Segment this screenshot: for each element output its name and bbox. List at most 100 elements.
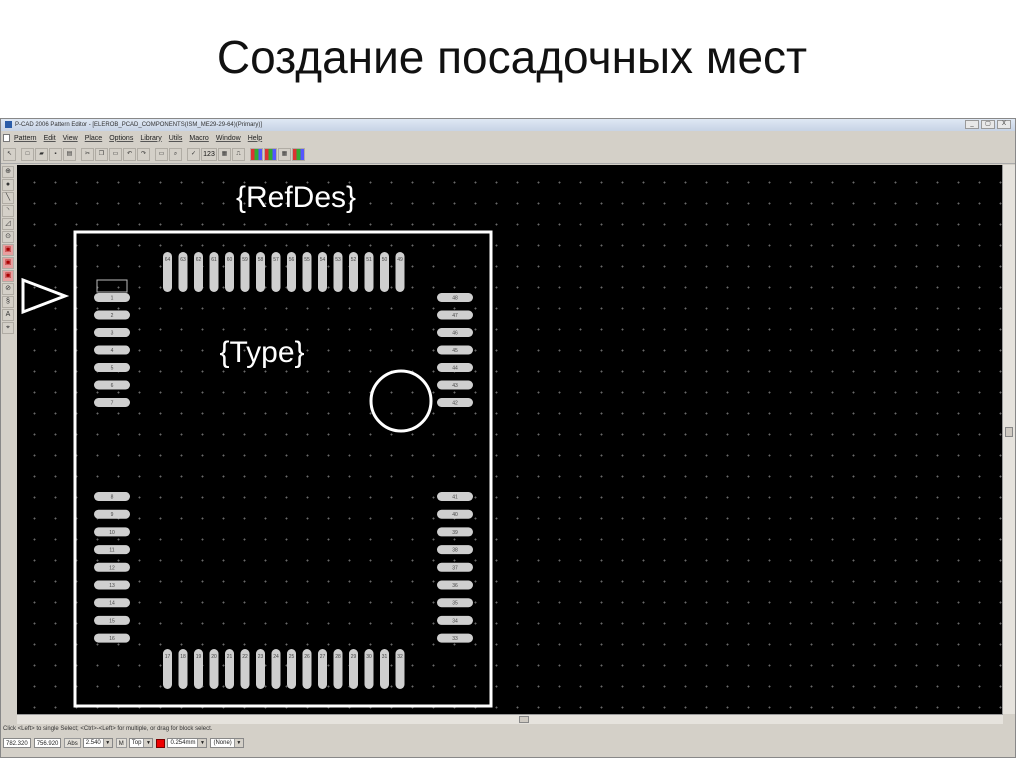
pad[interactable]: 18 (178, 649, 188, 689)
line-width-select[interactable]: 0.254mm ▼ (167, 738, 208, 748)
pad[interactable]: 27 (318, 649, 327, 689)
pad[interactable]: 5 (94, 363, 130, 372)
vertical-scrollbar[interactable] (1002, 165, 1015, 714)
pad[interactable]: 45 (437, 345, 473, 355)
place-keepout-icon[interactable]: ▣ (2, 244, 14, 256)
pad[interactable]: 31 (380, 649, 389, 689)
pad[interactable]: 12 (94, 562, 130, 572)
menu-window[interactable]: Window (216, 135, 241, 142)
pad[interactable]: 37 (437, 562, 473, 572)
pad[interactable]: 29 (349, 649, 358, 689)
pad[interactable]: 58 (256, 252, 265, 292)
menu-macro[interactable]: Macro (189, 135, 208, 142)
pad[interactable]: 17 (163, 649, 172, 689)
pad[interactable]: 1 (94, 293, 130, 302)
close-button[interactable]: X (997, 120, 1011, 129)
horizontal-scroll-thumb[interactable] (519, 716, 529, 723)
pad[interactable]: 61 (209, 252, 219, 292)
pad[interactable]: 57 (271, 252, 281, 292)
place-attribute-icon[interactable]: § (2, 296, 14, 308)
pad[interactable]: 4 (94, 345, 130, 355)
pattern-properties-icon[interactable] (292, 147, 305, 161)
print-icon[interactable]: ▤ (63, 147, 76, 161)
pad[interactable]: 34 (437, 615, 473, 625)
pad[interactable]: 55 (302, 252, 312, 292)
pad[interactable]: 2 (94, 310, 130, 320)
pad[interactable]: 41 (437, 492, 473, 501)
vertical-scroll-thumb[interactable] (1005, 427, 1013, 437)
pad[interactable]: 35 (437, 598, 473, 608)
pad[interactable]: 47 (437, 310, 473, 320)
pad[interactable]: 46 (437, 328, 473, 337)
pad[interactable]: 50 (380, 252, 389, 292)
y-coordinate-field[interactable]: 756.920 (33, 738, 62, 748)
display-options-icon[interactable]: ▦ (278, 147, 291, 161)
menu-edit[interactable]: Edit (44, 135, 56, 142)
pad[interactable]: 28 (333, 649, 343, 689)
text-style-icon[interactable]: ⎍ (232, 147, 245, 161)
pad[interactable]: 8 (94, 492, 130, 501)
place-line-icon[interactable]: ╲ (2, 192, 14, 204)
place-cutout-icon[interactable]: ▣ (2, 257, 14, 269)
abs-toggle-button[interactable]: Abs (64, 738, 81, 748)
renumber-button[interactable]: 123 (201, 147, 217, 161)
pad[interactable]: 59 (240, 252, 250, 292)
layers-icon[interactable] (250, 147, 263, 161)
pad-style-icon[interactable]: ▦ (218, 147, 231, 161)
place-polygon-icon[interactable]: ◿ (2, 218, 14, 230)
pad[interactable]: 62 (194, 252, 203, 292)
pad[interactable]: 25 (287, 649, 296, 689)
pad[interactable]: 64 (163, 252, 172, 292)
select-icon[interactable]: ↖ (3, 147, 16, 161)
pad[interactable]: 15 (94, 615, 130, 625)
pad[interactable]: 42 (437, 398, 473, 407)
place-text-icon[interactable]: A (2, 309, 14, 321)
place-via-icon[interactable]: ⊙ (2, 231, 14, 243)
minimize-button[interactable]: _ (965, 120, 979, 129)
layer-select[interactable]: Top ▼ (128, 738, 154, 748)
menu-view[interactable]: View (63, 135, 78, 142)
horizontal-scrollbar[interactable] (17, 714, 1003, 724)
pad[interactable]: 13 (94, 580, 130, 590)
pad[interactable]: 38 (437, 545, 473, 555)
pad[interactable]: 49 (395, 252, 405, 292)
m-button[interactable]: M (115, 738, 127, 748)
pad[interactable]: 6 (94, 380, 130, 390)
place-refpoint-icon[interactable]: ⌖ (2, 322, 14, 334)
pad[interactable]: 40 (437, 509, 473, 519)
pad[interactable]: 32 (395, 649, 405, 689)
colors-icon[interactable] (264, 147, 277, 161)
redo-icon[interactable]: ↷ (137, 147, 150, 161)
pad[interactable]: 43 (437, 380, 473, 390)
place-no-route-icon[interactable]: ⊘ (2, 283, 14, 295)
pad[interactable]: 21 (225, 649, 234, 689)
zoom-window-icon[interactable]: ▭ (155, 147, 168, 161)
pad[interactable]: 23 (256, 649, 265, 689)
place-arc-icon[interactable]: ◝ (2, 205, 14, 217)
menu-place[interactable]: Place (85, 135, 103, 142)
pad[interactable]: 56 (287, 252, 296, 292)
pad[interactable]: 3 (94, 328, 130, 337)
grid-select[interactable]: 2.540 ▼ (82, 738, 113, 748)
pad[interactable]: 44 (437, 363, 473, 372)
maximize-button[interactable]: ▢ (981, 120, 995, 129)
pad[interactable]: 7 (94, 398, 130, 407)
paste-icon[interactable]: ▭ (109, 147, 122, 161)
pad[interactable]: 16 (94, 633, 130, 643)
place-copper-icon[interactable]: ▣ (2, 270, 14, 282)
new-file-icon[interactable]: □ (21, 147, 34, 161)
select-tool-icon[interactable]: ⊕ (2, 166, 14, 178)
pad[interactable]: 10 (94, 527, 130, 537)
pad[interactable]: 30 (364, 649, 374, 689)
pad[interactable]: 48 (437, 293, 473, 302)
menu-options[interactable]: Options (109, 135, 133, 142)
pad[interactable]: 11 (94, 545, 130, 555)
pad[interactable]: 20 (209, 649, 219, 689)
pad[interactable]: 54 (318, 252, 327, 292)
zoom-icon[interactable]: ⌕ (169, 147, 182, 161)
menu-library[interactable]: Library (140, 135, 161, 142)
pad[interactable]: 53 (333, 252, 343, 292)
pad[interactable]: 36 (437, 580, 473, 590)
pad[interactable]: 14 (94, 598, 130, 608)
pad[interactable]: 22 (240, 649, 250, 689)
